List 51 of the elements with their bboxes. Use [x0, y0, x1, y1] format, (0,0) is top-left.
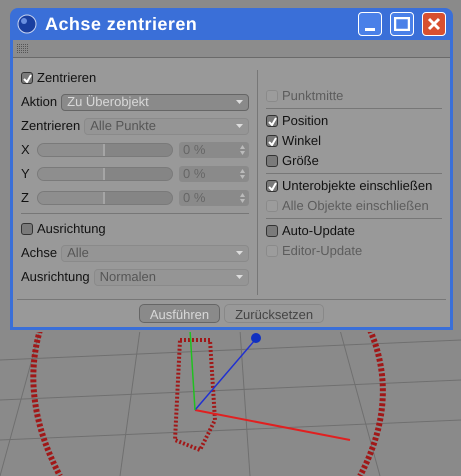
close-icon: [427, 17, 441, 31]
minimize-icon: [365, 28, 375, 31]
spinner-icon: [240, 169, 245, 179]
checkbox-label: Zentrieren: [37, 69, 96, 88]
checkbox-label: Ausrichtung: [37, 220, 106, 238]
grip-icon: [17, 44, 29, 54]
window-title: Achse zentrieren: [45, 12, 198, 36]
checkbox[interactable]: [266, 135, 278, 147]
minimize-button[interactable]: [358, 12, 382, 36]
field-label: Achse: [21, 244, 58, 262]
checkbox-label: Position: [282, 112, 328, 130]
caret-icon: [236, 100, 243, 104]
checkbox-label: Punktmitte: [282, 87, 344, 106]
checkbox-label: Editor-Update: [282, 242, 362, 260]
field-label: Zentrieren: [21, 117, 80, 136]
checkmark-icon: [268, 136, 276, 146]
checkbox[interactable]: [266, 155, 278, 167]
checkbox[interactable]: [266, 225, 278, 237]
maximize-button[interactable]: [390, 12, 414, 36]
field-label: Ausrichtung: [21, 268, 90, 286]
axis-label: Z: [21, 189, 30, 208]
slider-track[interactable]: [37, 167, 173, 181]
checkmark-icon: [268, 116, 276, 126]
checkbox[interactable]: [21, 72, 33, 84]
dropdown[interactable]: Normalen: [94, 268, 249, 286]
field-label: Aktion: [21, 93, 58, 112]
sphere-icon: [17, 14, 37, 34]
dialog-button[interactable]: Zurücksetzen: [224, 304, 324, 323]
spinner-icon: [240, 193, 245, 203]
axis-label: X: [21, 141, 31, 160]
checkbox[interactable]: [266, 115, 278, 127]
checkbox-label: Winkel: [282, 132, 322, 150]
slider-track[interactable]: [37, 191, 173, 205]
caret-icon: [236, 251, 243, 255]
checkbox-label: Alle Objekte einschließen: [282, 197, 429, 216]
maximize-icon: [394, 17, 410, 31]
slider-track[interactable]: [37, 143, 173, 157]
checkbox[interactable]: [266, 180, 278, 192]
checkbox-label: Größe: [282, 152, 319, 170]
checkbox-label: Unterobjekte einschließen: [282, 177, 432, 196]
dropdown[interactable]: Alle Punkte: [84, 118, 249, 134]
axis-label: Y: [21, 165, 31, 184]
caret-icon: [236, 124, 243, 128]
checkmark-icon: [268, 182, 276, 190]
checkbox[interactable]: [21, 223, 33, 235]
dropdown[interactable]: Alle: [61, 244, 249, 262]
checkmark-icon: [22, 74, 32, 82]
spinner-icon: [240, 145, 245, 155]
checkbox-label: Auto-Update: [282, 222, 355, 240]
close-button[interactable]: [422, 12, 446, 36]
caret-icon: [236, 275, 243, 279]
